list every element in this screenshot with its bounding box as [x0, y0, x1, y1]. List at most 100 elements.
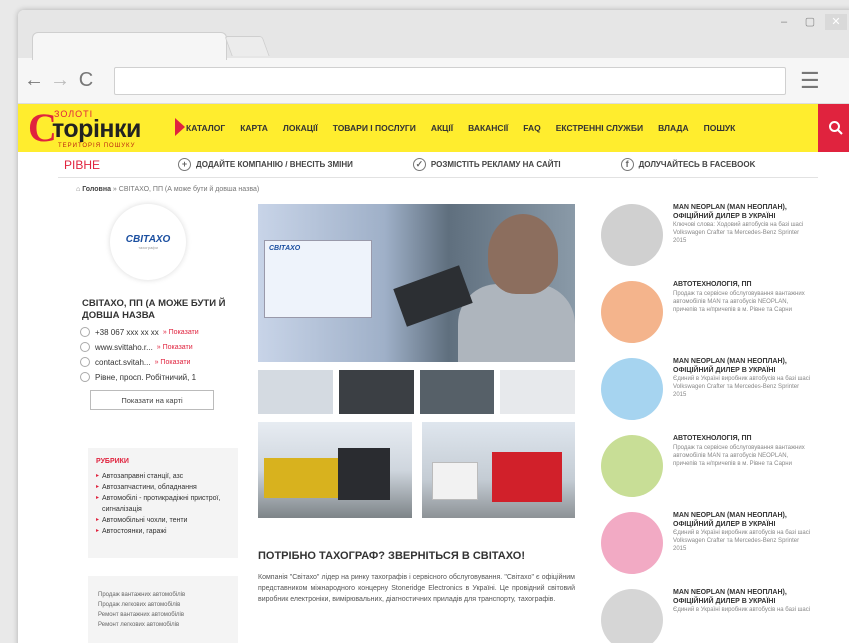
related-item[interactable]: MAN NEOPLAN (MAN НЕОПЛАН), ОФІЦІЙНИЙ ДИЛ… — [601, 589, 831, 643]
browser-tab[interactable] — [32, 32, 227, 60]
related-title[interactable]: MAN NEOPLAN (MAN НЕОПЛАН), ОФІЦІЙНИЙ ДИЛ… — [673, 512, 813, 529]
logo-main-text: торінки — [52, 115, 141, 143]
related-companies: MAN NEOPLAN (MAN НЕОПЛАН), ОФІЦІЙНИЙ ДИЛ… — [601, 204, 831, 643]
truck-photo-1[interactable] — [258, 422, 412, 518]
thumbnail[interactable] — [258, 370, 333, 414]
location-icon — [80, 372, 90, 382]
related-title[interactable]: MAN NEOPLAN (MAN НЕОПЛАН), ОФІЦІЙНИЙ ДИЛ… — [673, 589, 813, 606]
search-button[interactable] — [818, 104, 849, 152]
minimize-button[interactable]: – — [773, 14, 795, 30]
thumbnail[interactable] — [338, 370, 414, 414]
related-text: MAN NEOPLAN (MAN НЕОПЛАН), ОФІЦІЙНИЙ ДИЛ… — [673, 512, 813, 589]
related-text: АВТОТЕХНОЛОГІЯ, ПП Продаж та сервісне об… — [673, 435, 813, 512]
sub-header: РІВНЕ + ДОДАЙТЕ КОМПАНІЮ / ВНЕСІТЬ ЗМІНИ… — [58, 152, 818, 178]
facebook-link[interactable]: f ДОЛУЧАЙТЕСЬ В FACEBOOK — [620, 158, 755, 171]
maximize-button[interactable]: ▢ — [799, 14, 821, 30]
phone-icon — [80, 327, 90, 337]
related-desc: Продаж та сервісне обслуговування вантаж… — [673, 444, 805, 467]
plus-icon: + — [178, 158, 191, 171]
nav-item-locations[interactable]: ЛОКАЦІЇ — [283, 123, 318, 133]
related-item[interactable]: АВТОТЕХНОЛОГІЯ, ПП Продаж та сервісне об… — [601, 435, 831, 512]
van-shape — [431, 462, 478, 500]
related-title[interactable]: MAN NEOPLAN (MAN НЕОПЛАН), ОФІЦІЙНИЙ ДИЛ… — [673, 358, 813, 375]
main-photo[interactable]: СВІТАХО — [258, 204, 575, 362]
new-tab-button[interactable] — [224, 36, 270, 56]
browser-toolbar: ← → C ☰ — [18, 58, 849, 104]
related-thumb — [601, 358, 663, 420]
logo-arrow-icon — [175, 118, 185, 136]
site-logo[interactable]: С ЗОЛОТІ торінки ТЕРИТОРІЯ ПОШУКУ — [28, 106, 178, 152]
nav-item-faq[interactable]: FAQ — [523, 123, 540, 133]
menu-icon[interactable]: ☰ — [800, 68, 820, 94]
facebook-icon: f — [620, 158, 634, 171]
related-item[interactable]: АВТОТЕХНОЛОГІЯ, ПП Продаж та сервісне об… — [601, 281, 831, 358]
related-title[interactable]: АВТОТЕХНОЛОГІЯ, ПП — [673, 435, 813, 444]
nav-item-map[interactable]: КАРТА — [240, 123, 268, 133]
related-thumb — [601, 435, 663, 497]
thumbnail-row — [258, 370, 575, 414]
nav-item-search[interactable]: ПОШУК — [704, 123, 736, 133]
truck-photo-2[interactable] — [421, 422, 575, 518]
related-thumb — [601, 204, 663, 266]
related-title[interactable]: АВТОТЕХНОЛОГІЯ, ПП — [673, 281, 813, 290]
related-desc: Продаж та сервісне обслуговування вантаж… — [673, 290, 805, 313]
photo-person-body — [458, 284, 575, 362]
advertise-link[interactable]: ✓ РОЗМІСТІТЬ РЕКЛАМУ НА САЙТІ — [412, 158, 561, 171]
address-bar[interactable] — [114, 66, 786, 95]
rubric-item[interactable]: Автозапчастини, обладнання — [96, 482, 230, 493]
back-icon[interactable]: ← — [24, 69, 44, 92]
nav-item-vacancies[interactable]: ВАКАНСІЇ — [468, 123, 508, 133]
related-thumb — [601, 512, 663, 574]
nav-item-catalog[interactable]: КАТАЛОГ — [186, 123, 225, 133]
add-company-link[interactable]: + ДОДАЙТЕ КОМПАНІЮ / ВНЕСІТЬ ЗМІНИ — [178, 158, 353, 171]
website-value[interactable]: www.svittaho.r... — [95, 343, 153, 352]
article-body: Компанія "Світахо" лідер на ринку тахогр… — [258, 574, 575, 603]
main-nav: КАТАЛОГ КАРТА ЛОКАЦІЇ ТОВАРИ І ПОСЛУГИ А… — [186, 104, 735, 152]
show-website-link[interactable]: » Показати — [157, 344, 193, 351]
breadcrumb-home[interactable]: Головна — [82, 186, 111, 193]
nav-item-emergency[interactable]: ЕКСТРЕННІ СЛУЖБИ — [556, 123, 643, 133]
window-controls: – ▢ ✕ — [773, 14, 847, 30]
related-item[interactable]: MAN NEOPLAN (MAN НЕОПЛАН), ОФІЦІЙНИЙ ДИЛ… — [601, 512, 831, 589]
thumbnail[interactable] — [500, 370, 575, 414]
globe-icon — [80, 342, 90, 352]
website-row: www.svittaho.r... » Показати — [80, 342, 240, 352]
address-value: Рівне, просп. Робітничий, 1 — [95, 372, 197, 382]
web-page: С ЗОЛОТІ торінки ТЕРИТОРІЯ ПОШУКУ КАТАЛО… — [18, 104, 849, 643]
nav-item-government[interactable]: ВЛАДА — [658, 123, 689, 133]
related-text: MAN NEOPLAN (MAN НЕОПЛАН), ОФІЦІЙНИЙ ДИЛ… — [673, 358, 813, 435]
forward-icon[interactable]: → — [50, 69, 70, 92]
show-phone-link[interactable]: » Показати — [163, 329, 199, 336]
related-item[interactable]: MAN NEOPLAN (MAN НЕОПЛАН), ОФІЦІЙНИЙ ДИЛ… — [601, 204, 831, 281]
show-email-link[interactable]: » Показати — [155, 359, 191, 366]
logo-tagline: ТЕРИТОРІЯ ПОШУКУ — [58, 143, 136, 149]
reload-icon[interactable]: C — [76, 69, 96, 92]
photo-screen: СВІТАХО — [264, 240, 372, 318]
related-item[interactable]: MAN NEOPLAN (MAN НЕОПЛАН), ОФІЦІЙНИЙ ДИЛ… — [601, 358, 831, 435]
nav-item-promos[interactable]: АКЦІЇ — [431, 123, 453, 133]
add-company-label: ДОДАЙТЕ КОМПАНІЮ / ВНЕСІТЬ ЗМІНИ — [196, 160, 353, 169]
close-button[interactable]: ✕ — [825, 14, 847, 30]
truck-cab-shape — [338, 448, 390, 500]
company-sidebar: СВІТАХО тахографи СВІТАХО, ПП (А МОЖЕ БУ… — [80, 204, 240, 410]
address-row: Рівне, просп. Робітничий, 1 — [80, 372, 240, 382]
email-row: contact.svitah... » Показати — [80, 357, 240, 367]
container-shape — [264, 458, 342, 498]
phone-row: +38 067 ххх хх хх » Показати — [80, 327, 240, 337]
photo-screen-logo: СВІТАХО — [269, 245, 301, 252]
email-value[interactable]: contact.svitah... — [95, 358, 151, 367]
rubric-item[interactable]: Автостоянки, гаражі — [96, 526, 230, 537]
thumbnail[interactable] — [419, 370, 495, 414]
tab-strip: – ▢ ✕ — [18, 10, 849, 60]
rubric-item[interactable]: Автозаправні станції, азс — [96, 471, 230, 482]
rubric-item[interactable]: Автомобільні чохли, тенти — [96, 515, 230, 526]
advertise-label: РОЗМІСТІТЬ РЕКЛАМУ НА САЙТІ — [430, 160, 561, 169]
nav-item-goods[interactable]: ТОВАРИ І ПОСЛУГИ — [333, 123, 416, 133]
city-selector[interactable]: РІВНЕ — [58, 158, 178, 172]
company-logo-name: СВІТАХО — [125, 234, 171, 245]
rubric-item[interactable]: Автомобілі - протикрадіжні пристрої, сиг… — [96, 493, 230, 515]
show-on-map-button[interactable]: Показати на карті — [90, 390, 214, 410]
service-item: Продаж легкових автомобілів — [98, 602, 181, 608]
email-icon — [80, 357, 90, 367]
related-title[interactable]: MAN NEOPLAN (MAN НЕОПЛАН), ОФІЦІЙНИЙ ДИЛ… — [673, 204, 813, 221]
